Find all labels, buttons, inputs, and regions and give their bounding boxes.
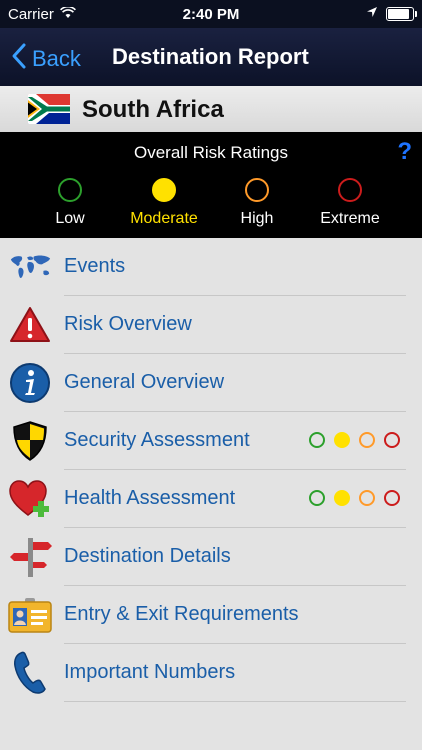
status-bar: Carrier 2:40 PM	[0, 0, 422, 28]
signpost-icon	[8, 536, 52, 578]
list-item-label: Entry & Exit Requirements	[64, 603, 299, 625]
country-name: South Africa	[82, 96, 224, 123]
list-item-events[interactable]: Events	[0, 238, 422, 296]
legend-low-dot	[58, 178, 82, 202]
clock: 2:40 PM	[182, 6, 240, 23]
info-icon	[8, 362, 52, 404]
list-item-security-assessment[interactable]: Security Assessment	[0, 412, 422, 470]
world-map-icon	[8, 246, 52, 288]
legend-extreme-dot	[338, 178, 362, 202]
list-item-health-assessment[interactable]: Health Assessment	[0, 470, 422, 528]
rating-dot-moderate	[334, 432, 350, 448]
list-item-label: Security Assessment	[64, 429, 250, 451]
list-item-entry-exit-requirements[interactable]: Entry & Exit Requirements	[0, 586, 422, 644]
list-item-label: Risk Overview	[64, 313, 192, 335]
list-item-risk-overview[interactable]: Risk Overview	[0, 296, 422, 354]
battery-icon	[386, 6, 417, 21]
chevron-left-icon	[10, 42, 28, 76]
legend-high-label: High	[240, 210, 274, 227]
list-item-destination-details[interactable]: Destination Details	[0, 528, 422, 586]
list-item-label: Important Numbers	[64, 661, 236, 683]
legend-low-label: Low	[55, 210, 85, 227]
id-card-icon	[8, 594, 52, 636]
legend-moderate-label: Moderate	[130, 210, 198, 227]
legend-high-dot	[245, 178, 269, 202]
rating-dot-moderate	[334, 490, 350, 506]
shield-icon	[8, 420, 52, 462]
location-arrow-icon	[366, 5, 378, 22]
heart-plus-icon	[8, 478, 52, 520]
rating-dot-high	[359, 432, 375, 448]
risk-ratings-title: Overall Risk Ratings	[134, 143, 288, 162]
health-risk-rating	[309, 490, 400, 506]
rating-dot-extreme	[384, 490, 400, 506]
legend-moderate: Moderate	[114, 178, 214, 228]
risk-ratings-header: Overall Risk Ratings ?	[0, 132, 422, 172]
navigation-bar: Back Destination Report	[0, 28, 422, 86]
warning-icon	[8, 304, 52, 346]
list-item-label: Destination Details	[64, 545, 231, 567]
south-africa-flag-icon	[28, 94, 70, 124]
legend-extreme: Extreme	[300, 178, 400, 228]
list-item-label: Events	[64, 255, 126, 277]
rating-dot-high	[359, 490, 375, 506]
list-item-label: Health Assessment	[64, 487, 236, 509]
page-title: Destination Report	[112, 44, 309, 69]
rating-dot-extreme	[384, 432, 400, 448]
country-header: South Africa	[0, 86, 422, 132]
rating-dot-low	[309, 490, 325, 506]
rating-dot-low	[309, 432, 325, 448]
help-icon[interactable]: ?	[397, 138, 412, 166]
security-risk-rating	[309, 432, 400, 448]
back-button[interactable]: Back	[10, 42, 81, 76]
legend-extreme-label: Extreme	[320, 210, 380, 227]
legend-high: High	[207, 178, 307, 228]
legend-moderate-dot	[152, 178, 176, 202]
list-item-important-numbers[interactable]: Important Numbers	[0, 644, 422, 702]
list-item-label: General Overview	[64, 371, 225, 393]
legend-low: Low	[20, 178, 120, 228]
list-item-general-overview[interactable]: General Overview	[0, 354, 422, 412]
phone-icon	[8, 651, 52, 694]
risk-legend: Low Moderate High Extreme	[0, 172, 422, 238]
back-label: Back	[32, 46, 81, 71]
report-menu: Events Risk Overview General Overview Se…	[0, 238, 422, 750]
